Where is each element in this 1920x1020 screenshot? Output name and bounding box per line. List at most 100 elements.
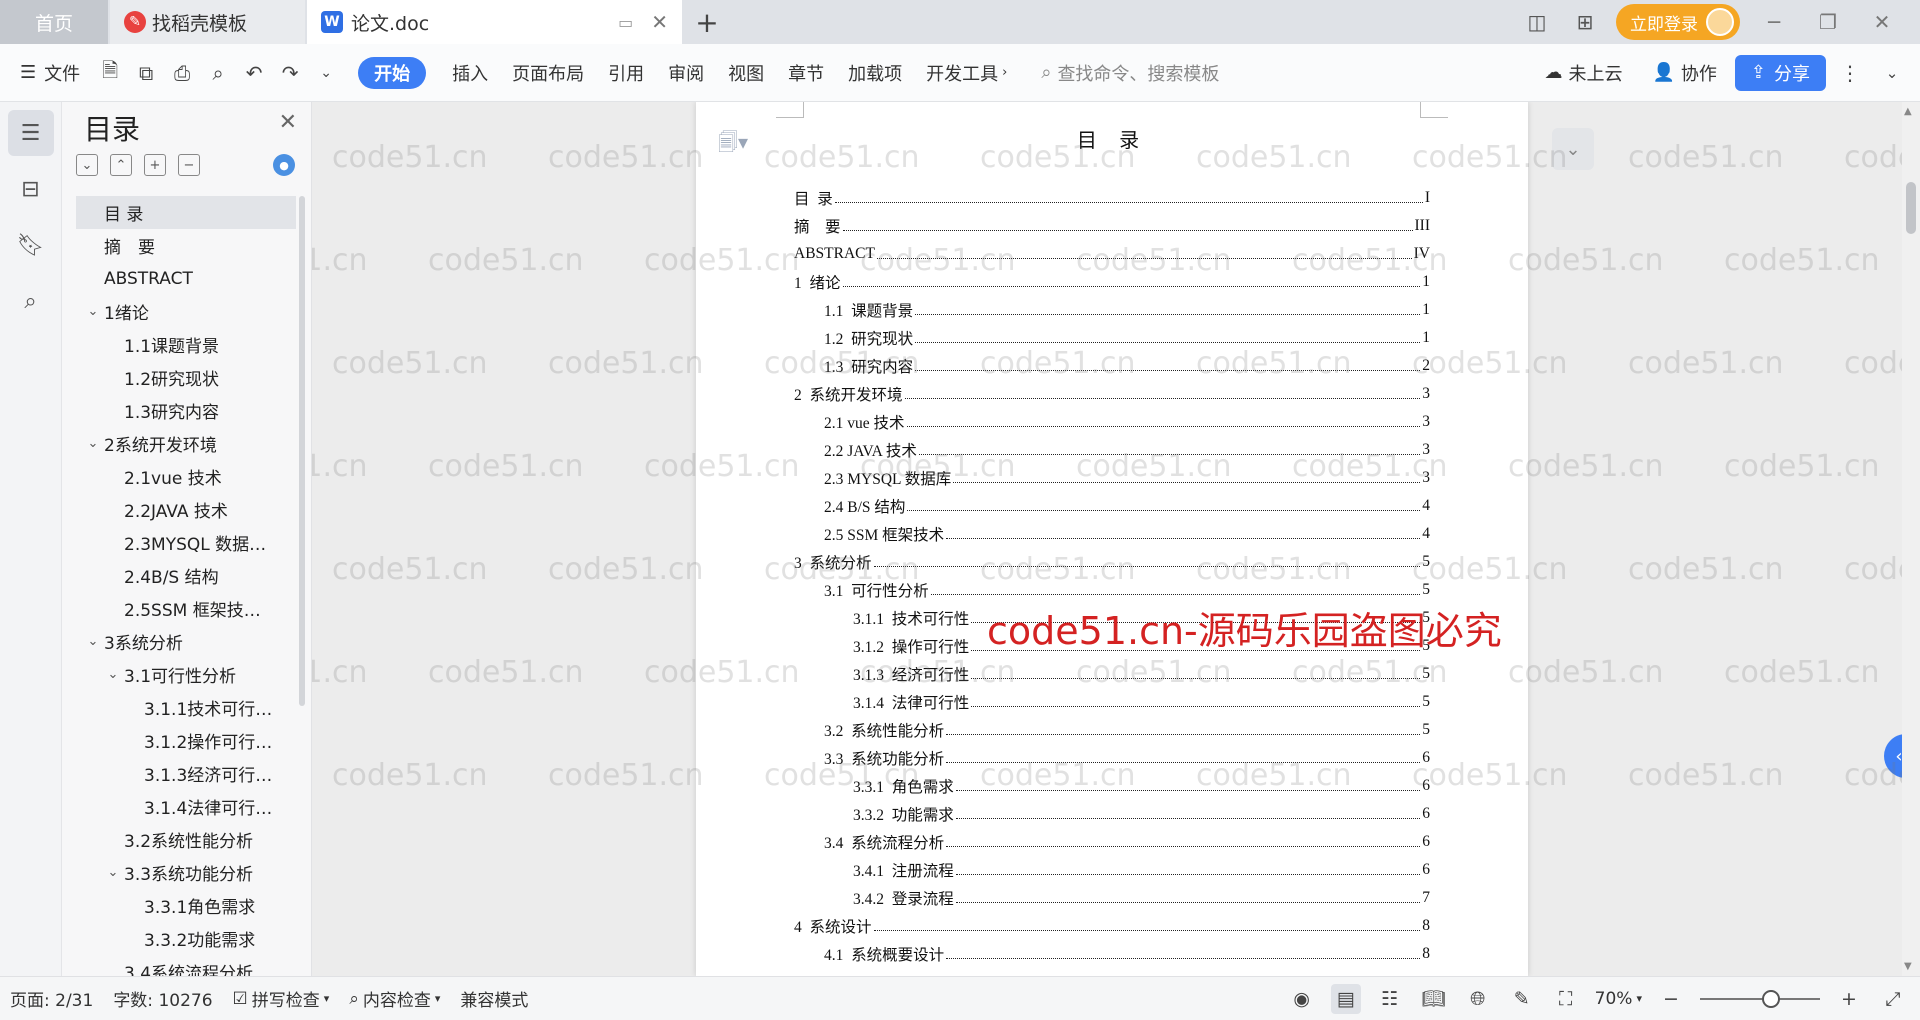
page-indicator[interactable]: 页面: 2/31 <box>0 986 103 1011</box>
toc-entry[interactable]: 2.1 vue 技术 3 <box>794 408 1430 436</box>
collapse-all-icon[interactable]: ⌃ <box>110 154 132 176</box>
close-window-icon[interactable]: ✕ <box>1862 10 1902 34</box>
outline-item[interactable]: 1.3研究内容 <box>76 394 296 427</box>
toc-entry[interactable]: 2.5 SSM 框架技术 4 <box>794 520 1430 548</box>
toc-entry[interactable]: 3.3 系统功能分析 6 <box>794 744 1430 772</box>
tab-developer[interactable]: 开发工具 › <box>914 55 1019 91</box>
eye-protection-icon[interactable]: ◉ <box>1287 984 1317 1014</box>
outline-item[interactable]: 3.1.4法律可行… <box>76 790 296 823</box>
chapter-nav-icon[interactable]: ⊟ <box>8 166 54 212</box>
outline-item[interactable]: ABSTRACT <box>76 262 296 295</box>
outline-item[interactable]: ⌄ 3.1可行性分析 <box>76 658 296 691</box>
tab-review[interactable]: 审阅 <box>656 55 716 91</box>
tab-view[interactable]: 视图 <box>716 55 776 91</box>
undo-icon[interactable]: ↶ <box>236 55 272 91</box>
toc-entry[interactable]: 4 系统设计 8 <box>794 912 1430 940</box>
zoom-slider-knob[interactable] <box>1762 989 1780 1008</box>
toc-entry[interactable]: 3.2 系统性能分析 5 <box>794 716 1430 744</box>
outline-toggle-icon[interactable]: ● <box>273 154 295 176</box>
outline-item[interactable]: ⌄ 1绪论 <box>76 295 296 328</box>
tab-page-layout[interactable]: 页面布局 <box>500 55 596 91</box>
write-mode-icon[interactable]: ✎ <box>1507 984 1537 1014</box>
outline-item[interactable]: 目 录 <box>76 196 296 229</box>
toc-entry[interactable]: 2 系统开发环境 3 <box>794 380 1430 408</box>
restore-icon[interactable]: ❐ <box>1808 10 1848 34</box>
tab-document[interactable]: W 论文.doc ▭ ✕ <box>307 0 682 44</box>
tab-start[interactable]: 开始 <box>358 56 427 89</box>
save-icon[interactable]: 🗎 <box>92 55 128 91</box>
spellcheck-button[interactable]: ☑ 拼写检查 ▾ <box>223 986 340 1012</box>
tab-daoke-templates[interactable]: ✎ 找稻壳模板 <box>110 0 305 44</box>
close-tab-icon[interactable]: ✕ <box>651 10 668 34</box>
expand-all-icon[interactable]: ⌄ <box>76 154 98 176</box>
toc-entry[interactable]: 4.1 系统概要设计 8 <box>794 940 1430 968</box>
fit-page-icon[interactable]: ⛶ <box>1551 984 1581 1014</box>
outline-item[interactable]: 3.1.3经济可行… <box>76 757 296 790</box>
tab-insert[interactable]: 插入 <box>440 55 500 91</box>
cloud-status-button[interactable]: ☁ 未上云 <box>1532 55 1634 91</box>
toc-entry[interactable]: 3.1.3 经济可行性 5 <box>794 660 1430 688</box>
reading-view-icon[interactable]: 📖︎ <box>1419 984 1449 1014</box>
toc-entry[interactable]: 目 录I <box>794 184 1430 212</box>
bookmark-icon[interactable]: 🔖︎ <box>8 222 54 268</box>
zoom-in-icon[interactable]: + <box>1834 984 1864 1014</box>
toc-entry[interactable]: 2.3 MYSQL 数据库 3 <box>794 464 1430 492</box>
scroll-up-icon[interactable]: ▲ <box>1904 106 1912 117</box>
command-search[interactable]: ⌕ 查找命令、搜索模板 <box>1029 55 1231 91</box>
fullscreen-icon[interactable]: ⤢ <box>1878 984 1908 1014</box>
print-preview-icon[interactable]: ⌕ <box>200 55 236 91</box>
find-icon[interactable]: ⌕ <box>8 278 54 324</box>
chevron-down-icon[interactable]: ⌄ <box>106 667 120 682</box>
tab-home[interactable]: 首页 <box>0 0 108 44</box>
outline-item[interactable]: 2.4B/S 结构 <box>76 559 296 592</box>
outline-item[interactable]: 2.5SSM 框架技… <box>76 592 296 625</box>
toc-entry[interactable]: 3.3.1 角色需求 6 <box>794 772 1430 800</box>
collaborate-button[interactable]: 👤 协作 <box>1640 55 1728 91</box>
page-view-icon[interactable]: ▤ <box>1330 983 1361 1014</box>
tab-addins[interactable]: 加载项 <box>836 55 914 91</box>
toc-entry[interactable]: 3.4.1 注册流程 6 <box>794 856 1430 884</box>
toc-entry[interactable]: 1 绪论 1 <box>794 268 1430 296</box>
chevron-down-icon[interactable]: ⌄ <box>86 436 100 451</box>
toc-entry[interactable]: 1.1 课题背景 1 <box>794 296 1430 324</box>
outline-item[interactable]: ⌄ 2系统开发环境 <box>76 427 296 460</box>
chevron-down-icon[interactable]: ⌄ <box>86 304 100 319</box>
add-heading-icon[interactable]: + <box>144 154 166 176</box>
file-menu-button[interactable]: ☰ 文件 <box>0 55 92 91</box>
close-outline-icon[interactable]: ✕ <box>279 110 297 135</box>
quick-access-dropdown-icon[interactable]: ⌄ <box>308 55 344 91</box>
side-panel-expand-icon[interactable]: ‹ <box>1884 734 1902 778</box>
outline-item[interactable]: 1.2研究现状 <box>76 361 296 394</box>
minimize-icon[interactable]: ─ <box>1754 10 1794 34</box>
toc-entry[interactable]: 3.1.1 技术可行性 5 <box>794 604 1430 632</box>
login-button[interactable]: 立即登录 <box>1616 4 1740 40</box>
content-check-button[interactable]: ⌕ 内容检查 ▾ <box>339 986 450 1012</box>
outline-item[interactable]: 3.3.1角色需求 <box>76 889 296 922</box>
export-pdf-icon[interactable]: ⧉ <box>128 55 164 91</box>
web-view-icon[interactable]: 🌐︎ <box>1463 984 1493 1014</box>
zoom-out-icon[interactable]: − <box>1656 984 1686 1014</box>
toc-entry[interactable]: 1.3 研究内容 2 <box>794 352 1430 380</box>
outline-item[interactable]: 3.2系统性能分析 <box>76 823 296 856</box>
toc-entry[interactable]: 2.2 JAVA 技术 3 <box>794 436 1430 464</box>
zoom-level-dropdown[interactable]: 70% ▾ <box>1595 989 1642 1009</box>
outline-item[interactable]: 2.1vue 技术 <box>76 460 296 493</box>
chevron-down-icon[interactable]: ⌄ <box>86 634 100 649</box>
outline-scrollbar[interactable] <box>299 196 305 706</box>
share-button[interactable]: ⇪ 分享 <box>1734 54 1826 91</box>
document-scrollbar[interactable]: ▲ ▼ <box>1902 102 1920 976</box>
chevron-down-icon[interactable]: ⌄ <box>106 865 120 880</box>
outline-view-icon[interactable]: ☰ <box>7 110 54 156</box>
outline-item[interactable]: 3.1.1技术可行… <box>76 691 296 724</box>
window-mode-icon[interactable]: ▭ <box>618 13 633 32</box>
more-tabs-chevron-icon[interactable]: › <box>1002 65 1007 80</box>
scroll-thumb[interactable] <box>1906 182 1916 234</box>
outline-item[interactable]: 1.1课题背景 <box>76 328 296 361</box>
outline-item[interactable]: 2.2JAVA 技术 <box>76 493 296 526</box>
scroll-down-icon[interactable]: ▼ <box>1904 961 1912 972</box>
toc-entry[interactable]: 3.1.4 法律可行性 5 <box>794 688 1430 716</box>
toc-entry[interactable]: 2.4 B/S 结构 4 <box>794 492 1430 520</box>
apps-grid-icon[interactable]: ⊞ <box>1568 7 1602 37</box>
more-options-icon[interactable]: ⋮ <box>1832 55 1868 91</box>
toc-entry[interactable]: 1.2 研究现状 1 <box>794 324 1430 352</box>
